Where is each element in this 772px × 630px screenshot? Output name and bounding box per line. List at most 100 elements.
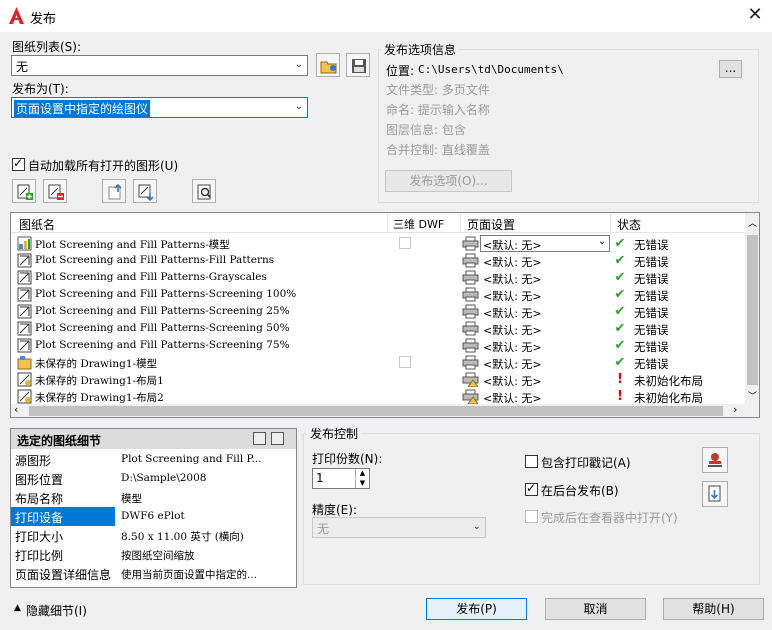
status-text: 无错误 [634, 238, 669, 252]
table-row[interactable]: 未保存的 Drawing1-模型 <默认: 无> ✔ 无错误 [11, 354, 745, 371]
cancel-button[interactable]: 取消 [545, 598, 646, 620]
stamp-icon [708, 453, 722, 467]
remove-sheet-icon [48, 184, 64, 200]
stamp-settings-button[interactable] [702, 447, 728, 473]
include-stamp-checkbox[interactable] [525, 455, 538, 468]
table-row[interactable]: 未保存的 Drawing1-布局1 <默认: 无>! 未初始化布局 [11, 371, 745, 388]
collapse-triangle-icon[interactable]: ▲ [14, 603, 21, 613]
detail-value: D:\Sample\2008 [121, 472, 207, 484]
horizontal-scrollbar[interactable]: ‹ › [11, 403, 745, 417]
table-row[interactable]: Plot Screening and Fill Patterns-Screeni… [11, 286, 745, 303]
3d-dwf-checkbox[interactable] [399, 356, 411, 368]
merge-control-info: 合并控制: 直线覆盖 [386, 143, 490, 157]
naming-info: 命名: 提示输入名称 [386, 103, 490, 117]
sheet-details-panel: 选定的图纸细节 源图形 Plot Screening and Fill P... 图… [10, 428, 297, 588]
chevron-down-icon: ⌄ [472, 521, 481, 532]
status-text: 未初始化布局 [634, 374, 703, 388]
page-setup-value: <默认: 无> [483, 256, 542, 269]
scroll-right-icon[interactable]: › [733, 403, 737, 416]
hide-details-link[interactable]: 隐藏细节(I) [26, 602, 87, 619]
layout-sheet-icon [17, 270, 32, 285]
table-row[interactable]: 未保存的 Drawing1-布局2 <默认: 无>! 未初始化布局 [11, 388, 745, 405]
open-viewer-checkbox[interactable] [525, 510, 538, 523]
table-row[interactable]: Plot Screening and Fill Patterns-Graysca… [11, 269, 745, 286]
spin-up-icon[interactable]: ▲ [355, 469, 369, 478]
publish-options-button[interactable]: 发布选项(O)... [385, 170, 512, 192]
background-settings-button[interactable] [702, 481, 728, 507]
page-setup-value: <默认: 无> [483, 324, 542, 337]
auto-load-checkbox[interactable] [12, 156, 25, 171]
save-sheet-list-button[interactable] [346, 53, 370, 77]
sheet-name: Plot Screening and Fill Patterns-模型 [35, 239, 230, 251]
column-header-3d-dwf[interactable]: 三维 DWF [393, 216, 444, 232]
table-row[interactable]: Plot Screening and Fill Patterns-模型 ⌄ <默认:… [11, 235, 745, 252]
column-header-sheet-name[interactable]: 图纸名 [19, 216, 55, 233]
sheet-name: Plot Screening and Fill Patterns-Fill Pa… [35, 254, 275, 266]
help-button[interactable]: 帮助(H) [663, 598, 764, 620]
title-bar [0, 0, 772, 32]
copies-stepper[interactable]: 1 ▲ ▼ [312, 468, 370, 489]
layout-sheet-icon [17, 321, 32, 336]
printer-icon [462, 355, 479, 370]
details-header: 选定的图纸细节 [11, 429, 296, 449]
remove-sheets-button[interactable] [43, 179, 67, 203]
checkmark-icon: ✔ [614, 270, 626, 285]
3d-dwf-checkbox[interactable] [399, 237, 411, 249]
error-exclamation-icon: ! [617, 372, 623, 387]
page-setup-value: <默认: 无> [483, 358, 542, 371]
detail-key: 打印大小 [15, 530, 64, 544]
checkmark-icon: ✔ [614, 287, 626, 302]
spin-down-icon[interactable]: ▼ [355, 479, 369, 488]
load-sheet-list-button[interactable] [316, 53, 340, 77]
precision-dropdown[interactable]: 无 ⌄ [312, 517, 486, 538]
scroll-down-icon[interactable]: ﹀ [748, 389, 757, 402]
move-sheet-up-button[interactable] [102, 179, 126, 203]
close-icon[interactable]: ✕ [744, 4, 766, 26]
model-sheet-icon [17, 355, 32, 370]
table-row[interactable]: Plot Screening and Fill Patterns-Screeni… [11, 303, 745, 320]
details-view-icon[interactable] [271, 432, 284, 445]
document-download-icon [708, 485, 721, 502]
add-sheets-button[interactable] [12, 179, 36, 203]
detail-key: 打印比例 [15, 549, 64, 563]
browse-location-button[interactable]: ... [719, 60, 742, 78]
folder-open-icon [320, 61, 337, 74]
preview-button[interactable] [192, 179, 216, 203]
vertical-scrollbar[interactable]: ︿ ﹀ [745, 213, 759, 404]
table-row[interactable]: Plot Screening and Fill Patterns-Screeni… [11, 337, 745, 354]
table-row[interactable]: Plot Screening and Fill Patterns-Screeni… [11, 320, 745, 337]
scroll-up-icon[interactable]: ︿ [748, 216, 757, 229]
column-separator [387, 213, 388, 233]
detail-value: 使用当前页面设置中指定的... [121, 569, 258, 581]
table-row[interactable]: Plot Screening and Fill Patterns-Fill Pa… [11, 252, 745, 269]
sheet-name: 未保存的 Drawing1-模型 [35, 358, 158, 370]
detail-value: DWF6 ePlot [121, 510, 185, 522]
sheet-table[interactable]: 图纸名 三维 DWF 页面设置 状态 Plot Screening and Fi… [10, 212, 760, 418]
column-header-status[interactable]: 状态 [617, 216, 641, 233]
sheet-list-dropdown[interactable]: 无 ⌄ [11, 55, 308, 76]
magnifier-preview-icon [197, 184, 212, 200]
printer-icon [462, 304, 479, 319]
publish-options-title: 发布选项信息 [381, 41, 460, 58]
background-publish-checkbox[interactable] [525, 481, 538, 496]
page-setup-value: <默认: 无> [483, 375, 542, 388]
detail-row: 打印大小 8.50 x 11.00 英寸 (横向) [11, 526, 296, 545]
scroll-left-icon[interactable]: ‹ [14, 403, 18, 416]
hscroll-thumb[interactable] [29, 406, 723, 416]
printer-icon [462, 270, 479, 285]
copies-value[interactable]: 1 [316, 471, 324, 485]
copy-details-icon[interactable] [253, 432, 266, 445]
scroll-thumb[interactable] [747, 235, 758, 385]
sheet-name: Plot Screening and Fill Patterns-Screeni… [35, 339, 290, 351]
sheet-name: Plot Screening and Fill Patterns-Graysca… [35, 271, 267, 283]
column-separator [610, 213, 611, 233]
column-header-page-setup[interactable]: 页面设置 [467, 216, 515, 233]
move-sheet-down-button[interactable] [133, 179, 157, 203]
page-setup-value: <默认: 无> [483, 307, 542, 320]
detail-row: 源图形 Plot Screening and Fill P... [11, 450, 296, 469]
publish-button[interactable]: 发布(P) [426, 598, 527, 620]
status-text: 无错误 [634, 340, 669, 354]
sheet-name: Plot Screening and Fill Patterns-Screeni… [35, 288, 297, 300]
publish-to-dropdown[interactable]: 页面设置中指定的绘图仪 ⌄ [11, 97, 308, 118]
location-label: 位置: [386, 64, 415, 78]
